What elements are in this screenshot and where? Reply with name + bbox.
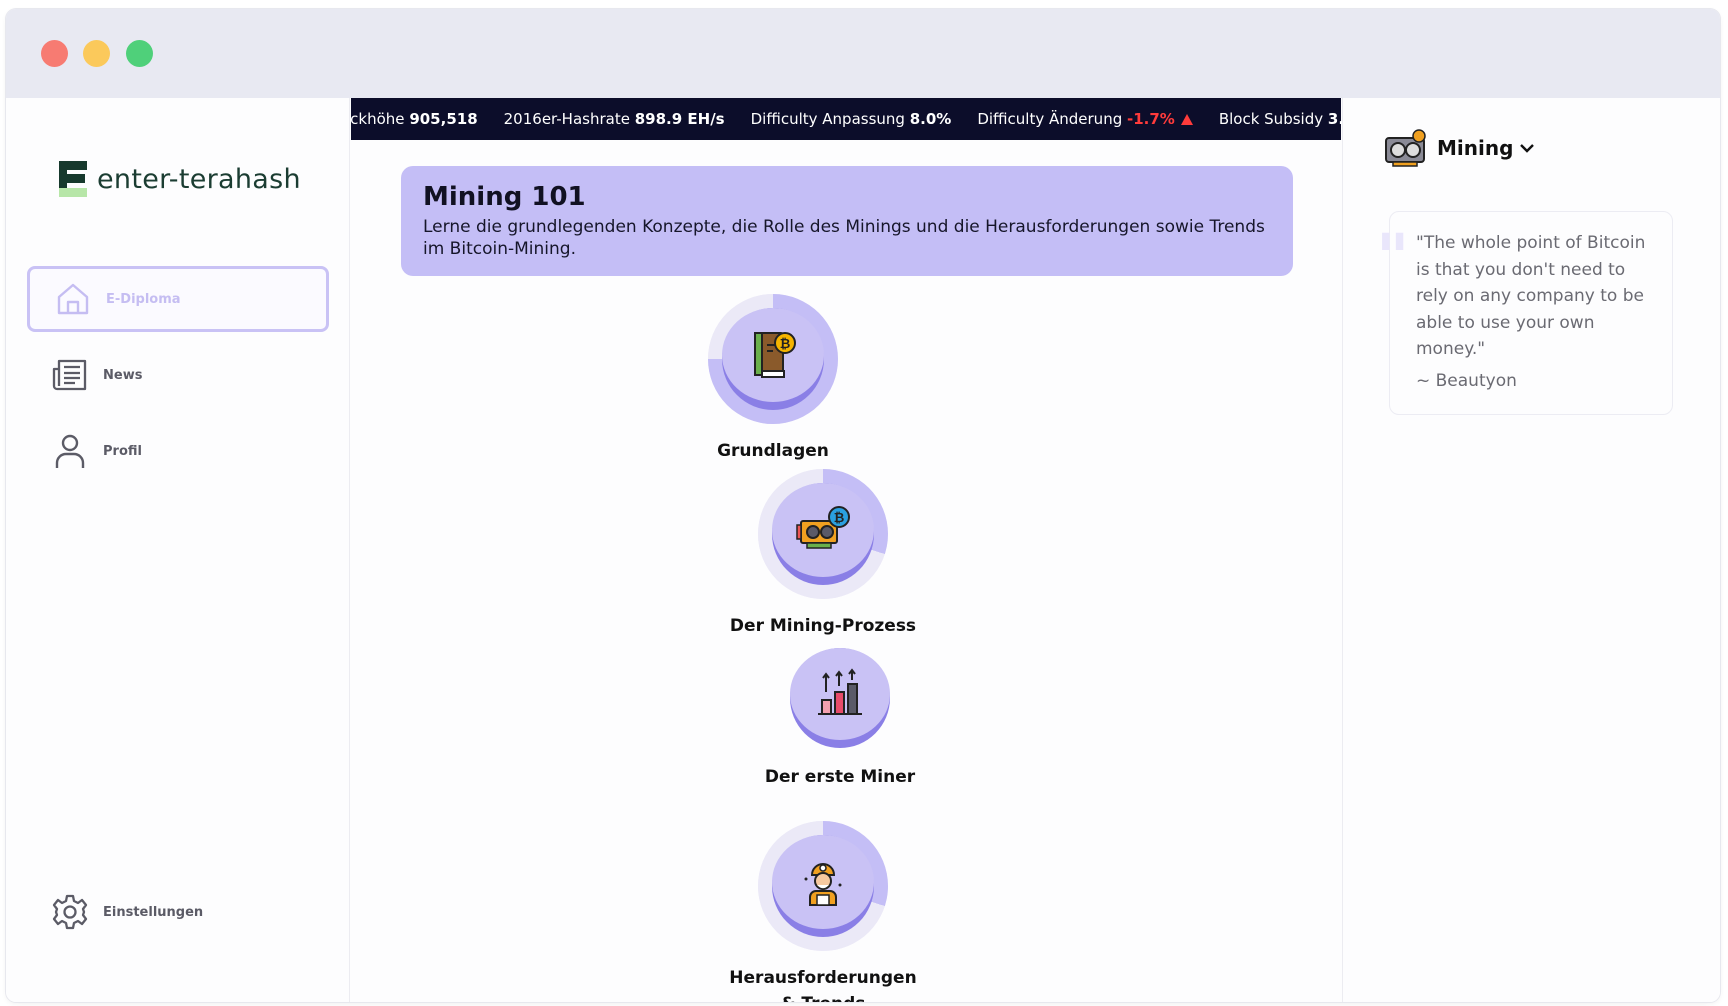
module-erste-miner[interactable]: Der erste Miner xyxy=(720,648,960,790)
course-header: Mining 101 Lerne die grundlegenden Konze… xyxy=(401,166,1293,276)
sidebar-item-e-diploma[interactable]: E-Diploma xyxy=(27,266,329,332)
module-title: Herausforderungen & Trends xyxy=(729,968,917,1002)
brand-logo[interactable]: enter-terahash xyxy=(59,161,301,197)
module-herausforderungen[interactable]: Herausforderungen & Trends xyxy=(703,821,943,1002)
quote-card: " "The whole point of Bitcoin is that yo… xyxy=(1376,211,1673,415)
ticker-item: Difficulty Anpassung 8.0% xyxy=(750,110,952,128)
right-panel: Mining " "The whole point of Bitcoin is … xyxy=(1342,98,1720,1002)
module-grundlagen[interactable]: ₿ Grundlagen xyxy=(653,294,893,464)
progress-ring xyxy=(758,821,888,951)
mining-rig-icon xyxy=(1383,128,1429,168)
sidebar-item-news[interactable]: News xyxy=(27,342,329,408)
stats-ticker: ockhöhe 905,518 2016er-Hashrate 898.9 EH… xyxy=(351,98,1341,140)
user-icon xyxy=(51,432,89,470)
ticker-item: 2016er-Hashrate 898.9 EH/s xyxy=(503,110,725,128)
quote-text: "The whole point of Bitcoin is that you … xyxy=(1416,233,1646,359)
quote-icon: " xyxy=(1376,220,1410,295)
svg-text:₿: ₿ xyxy=(780,337,791,352)
newspaper-icon xyxy=(51,356,89,394)
course-selector-label: Mining xyxy=(1437,136,1514,160)
main-content: ockhöhe 905,518 2016er-Hashrate 898.9 EH… xyxy=(351,98,1341,1002)
quote-author: ~ Beautyon xyxy=(1416,370,1517,391)
window-titlebar xyxy=(6,9,1720,98)
minimize-window-button[interactable] xyxy=(83,40,110,67)
app-window: enter-terahash E-Diploma News Profil Ein… xyxy=(6,9,1720,1002)
course-title: Mining 101 xyxy=(423,182,586,212)
bar-chart-icon xyxy=(790,648,890,740)
course-description: Lerne die grundlegenden Konzepte, die Ro… xyxy=(423,217,1265,259)
mining-rig-icon: ₿ xyxy=(772,483,874,577)
ticker-item: Block Subsidy 3.13 BT xyxy=(1218,110,1341,128)
sidebar-item-label: Profil xyxy=(103,443,142,459)
logo-icon xyxy=(59,161,87,197)
sidebar-item-label: Einstellungen xyxy=(103,904,204,920)
sidebar: enter-terahash E-Diploma News Profil Ein… xyxy=(6,98,350,1002)
maximize-window-button[interactable] xyxy=(126,40,153,67)
module-title: Der erste Miner xyxy=(764,767,916,787)
book-bitcoin-icon: ₿ xyxy=(722,308,824,402)
sidebar-item-profil[interactable]: Profil xyxy=(27,418,329,484)
sidebar-item-settings[interactable]: Einstellungen xyxy=(27,879,329,945)
progress-ring: ₿ xyxy=(708,294,838,424)
progress-ring xyxy=(790,648,890,750)
sidebar-item-label: E-Diploma xyxy=(106,291,181,307)
sidebar-item-label: News xyxy=(103,367,143,383)
module-title: Grundlagen xyxy=(717,441,829,461)
home-icon xyxy=(54,280,92,318)
course-selector[interactable]: Mining xyxy=(1383,128,1535,168)
module-mining-prozess[interactable]: ₿ Der Mining-Prozess xyxy=(703,469,943,639)
module-title: Der Mining-Prozess xyxy=(729,616,917,636)
progress-ring: ₿ xyxy=(758,469,888,599)
miner-worker-icon xyxy=(772,835,874,929)
chevron-down-icon xyxy=(1519,139,1535,158)
brand-name: enter-terahash xyxy=(97,163,301,195)
trend-up-icon xyxy=(1180,114,1193,125)
svg-text:₿: ₿ xyxy=(834,511,845,526)
close-window-button[interactable] xyxy=(41,40,68,67)
ticker-item: ockhöhe 905,518 xyxy=(351,110,478,128)
ticker-item: Difficulty Änderung -1.7% xyxy=(977,98,1193,140)
gear-icon xyxy=(51,893,89,931)
